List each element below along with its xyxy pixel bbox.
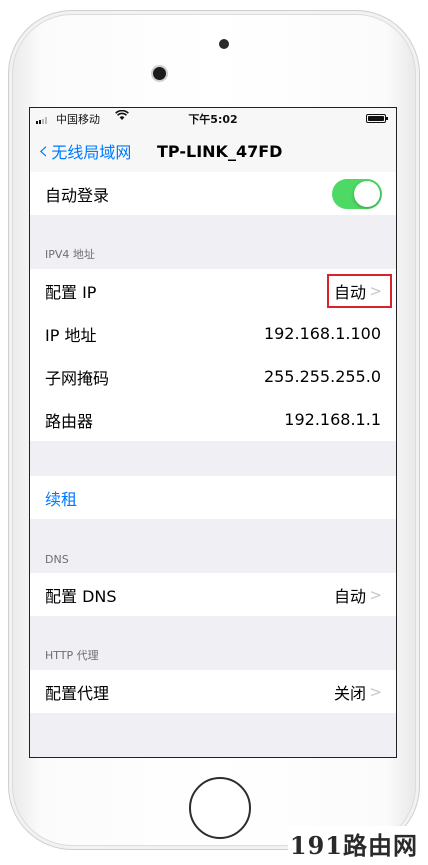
chevron-right-icon: > — [369, 585, 382, 604]
screen: 中国移动 下午5:02 ‹ 无线局域网 TP-LINK_47FD 自动登录 IP… — [29, 107, 397, 758]
configure-proxy-value: 关闭 — [333, 683, 366, 703]
chevron-left-icon: ‹ — [38, 136, 49, 166]
configure-ip-row[interactable]: 配置 IP 自动 > — [30, 269, 396, 312]
ipv4-section-header: IPV4 地址 — [30, 215, 396, 269]
configure-dns-value: 自动 — [333, 586, 366, 606]
highlight-box — [327, 274, 392, 308]
dns-section-header: DNS — [30, 519, 396, 573]
watermark: 191路由网 — [287, 826, 420, 861]
speaker-icon — [219, 39, 229, 49]
subnet-mask-value: 255.255.255.0 — [263, 367, 381, 386]
toggle-knob — [354, 181, 380, 207]
configure-dns-label: 配置 DNS — [45, 586, 117, 606]
chevron-right-icon: > — [369, 682, 382, 701]
subnet-mask-label: 子网掩码 — [45, 368, 110, 388]
auto-login-row: 自动登录 — [30, 172, 396, 215]
section-gap — [30, 441, 396, 476]
ip-address-label: IP 地址 — [45, 325, 97, 345]
dns-header-text: DNS — [45, 553, 69, 566]
renew-lease-row[interactable]: 续租 — [30, 476, 396, 519]
renew-lease-link[interactable]: 续租 — [45, 486, 77, 510]
battery-icon — [366, 114, 388, 123]
front-camera-icon — [151, 65, 168, 82]
clock: 下午5:02 — [188, 113, 238, 126]
back-button[interactable]: ‹ 无线局域网 — [38, 136, 132, 166]
router-label: 路由器 — [45, 411, 94, 431]
page-title: TP-LINK_47FD — [157, 142, 283, 161]
auto-login-toggle[interactable] — [332, 179, 382, 209]
status-bar: 中国移动 下午5:02 — [30, 108, 396, 130]
proxy-section-header: HTTP 代理 — [30, 616, 396, 670]
configure-ip-label: 配置 IP — [45, 282, 97, 302]
ipv4-header-text: IPV4 地址 — [45, 248, 95, 261]
configure-dns-row[interactable]: 配置 DNS 自动 > — [30, 573, 396, 616]
auto-login-label: 自动登录 — [45, 185, 110, 205]
settings-list: 自动登录 IPV4 地址 配置 IP 自动 > IP 地址 192.168.1.… — [30, 172, 396, 713]
proxy-header-text: HTTP 代理 — [45, 649, 99, 662]
ip-address-value: 192.168.1.100 — [263, 324, 381, 343]
navigation-bar: ‹ 无线局域网 TP-LINK_47FD — [30, 130, 396, 173]
home-button[interactable] — [189, 777, 251, 839]
router-value: 192.168.1.1 — [284, 410, 381, 429]
back-label: 无线局域网 — [51, 143, 132, 162]
configure-proxy-label: 配置代理 — [45, 683, 110, 703]
router-row: 路由器 192.168.1.1 — [30, 398, 396, 441]
ip-address-row: IP 地址 192.168.1.100 — [30, 312, 396, 355]
subnet-mask-row: 子网掩码 255.255.255.0 — [30, 355, 396, 398]
configure-proxy-row[interactable]: 配置代理 关闭 > — [30, 670, 396, 713]
